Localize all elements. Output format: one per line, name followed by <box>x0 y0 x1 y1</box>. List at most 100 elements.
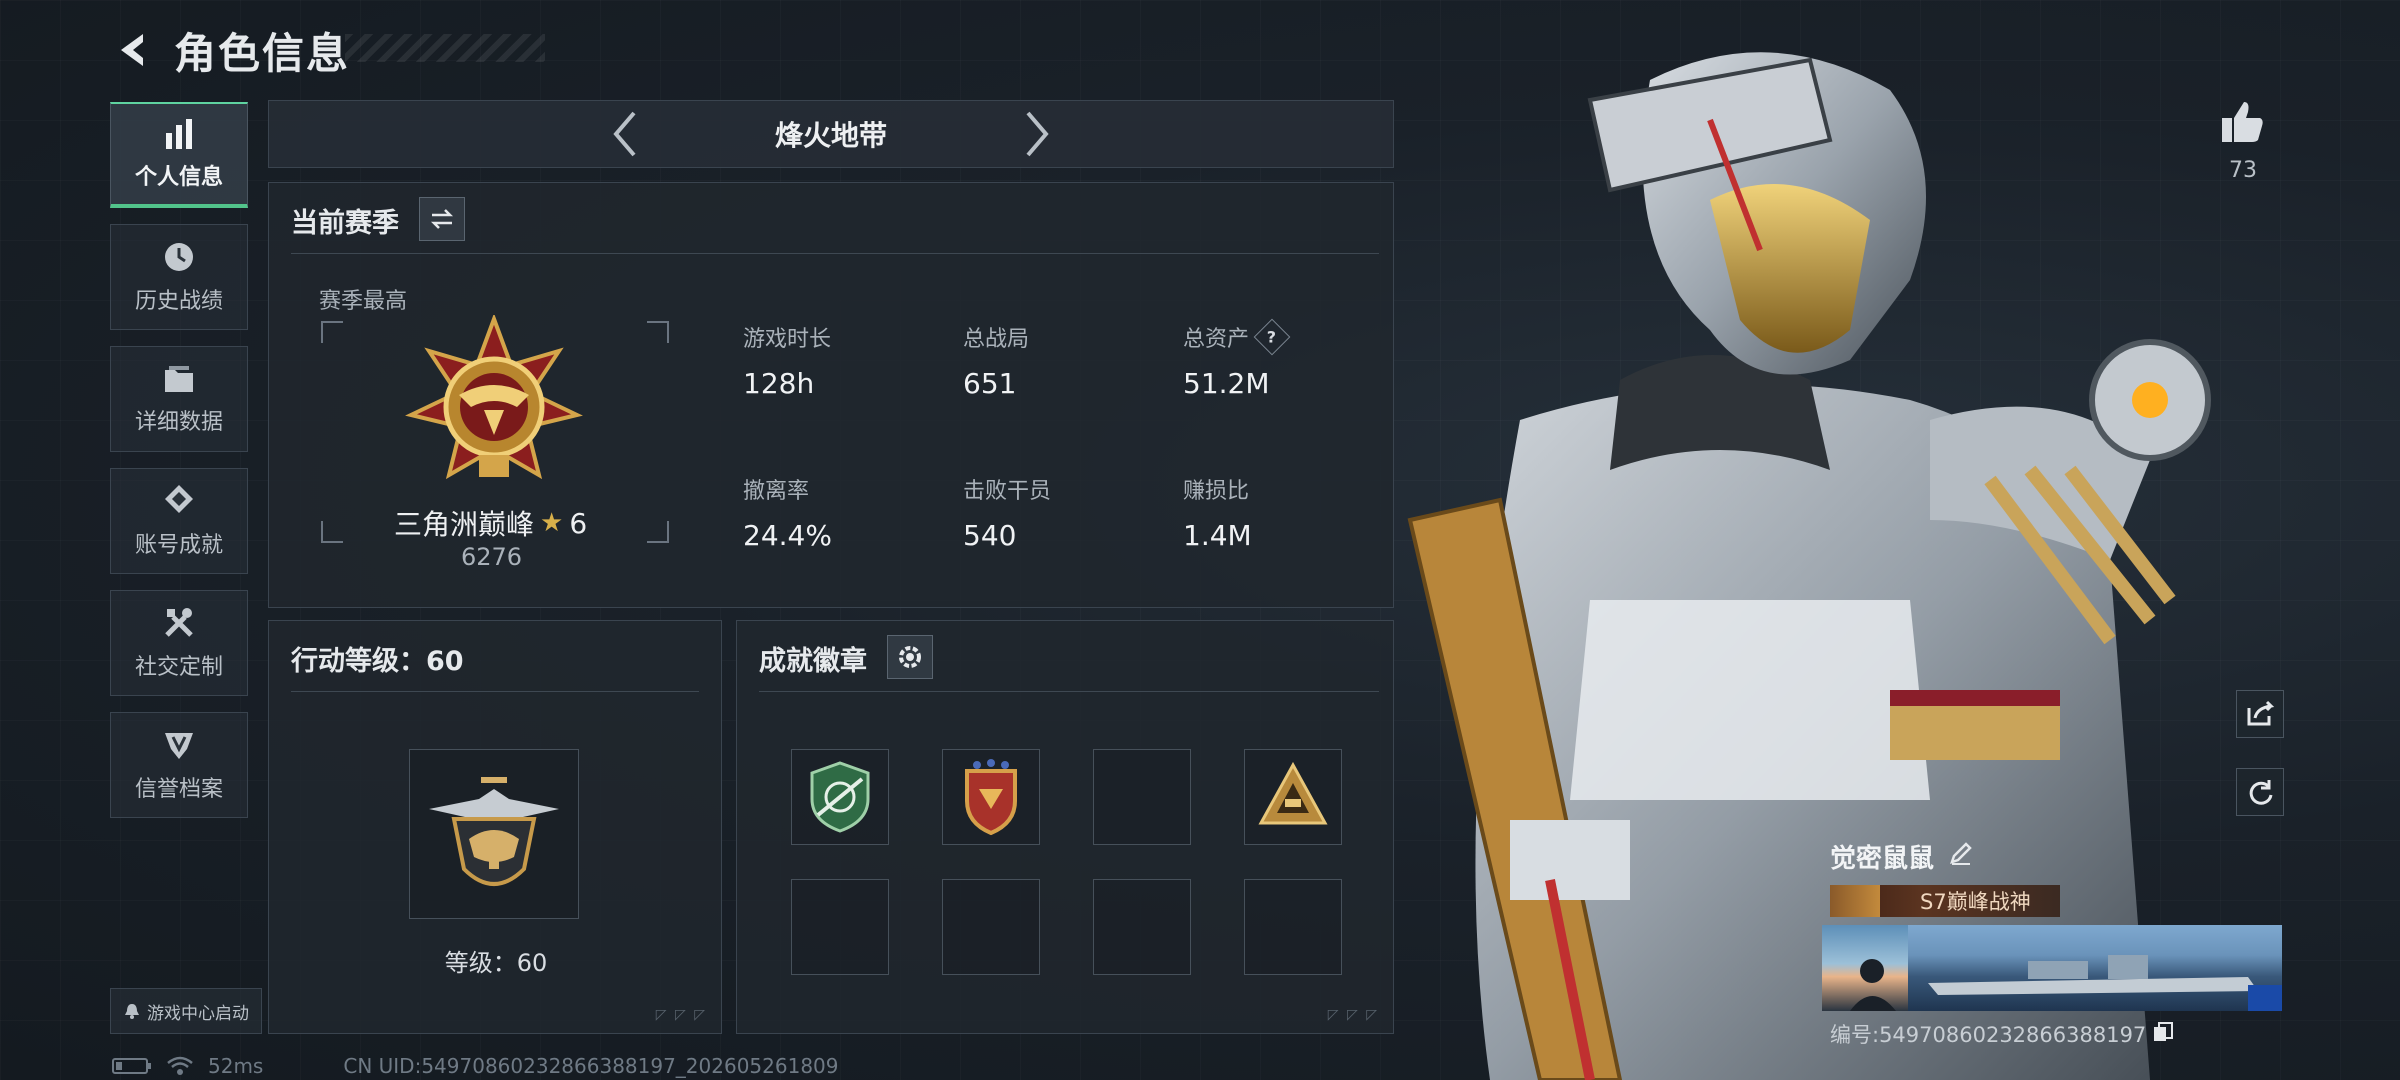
sidebar-item-label: 详细数据 <box>134 410 223 435</box>
avatar-silhouette-icon <box>1850 959 1896 1011</box>
edit-name-button[interactable] <box>1948 840 1974 873</box>
stat-value: 540 <box>963 519 1017 552</box>
rank-name-text: 三角洲巅峰 <box>394 508 535 541</box>
share-icon <box>2247 700 2275 726</box>
share-button[interactable] <box>2236 690 2284 738</box>
sidebar-item-detailed-data[interactable]: 详细数据 <box>110 346 248 452</box>
player-id: 编号:5497086023286638819​7 <box>1830 1023 2147 1047</box>
title-decoration <box>345 34 545 62</box>
pencil-icon <box>1950 842 1972 865</box>
uid-text: CN UID:5497086023286638819​7_20260526180… <box>343 1054 839 1078</box>
sidebar-item-label: 社交定制 <box>134 655 223 680</box>
title-emblem-icon <box>1830 885 1880 917</box>
ship-scene-icon <box>1928 955 2282 1011</box>
level-text: 等级：60 <box>444 949 548 977</box>
back-arrow-icon <box>121 34 143 66</box>
badge-settings-button[interactable] <box>887 635 933 679</box>
wifi-icon <box>167 1056 193 1075</box>
folder-icon <box>165 366 193 392</box>
chevron-right-icon <box>1026 111 1049 157</box>
copy-button[interactable] <box>2152 1021 2174 1048</box>
season-divider <box>291 253 1379 254</box>
player-id-row: 编号:5497086023286638819​7 <box>1822 1019 2282 1049</box>
level-divider <box>291 691 699 692</box>
level-badge[interactable] <box>409 749 579 919</box>
bar-chart-icon <box>166 119 192 149</box>
player-title: S7巅峰战神 <box>1920 890 2031 914</box>
avatar <box>1822 925 1908 1011</box>
helicopter-badge-icon <box>429 777 559 886</box>
season-best-label: 赛季最高 <box>319 289 408 314</box>
mode-name: 烽火地带 <box>774 119 887 152</box>
stat-total-matches: 总战局 651 <box>963 321 1163 400</box>
switch-season-button[interactable] <box>419 197 465 241</box>
page-title: 角色信息 <box>174 28 351 78</box>
stat-label: 总资产 <box>1183 327 1250 352</box>
rank-stars: 6 <box>569 506 588 540</box>
page-header: 角色信息 <box>110 22 350 78</box>
player-name-row: 觉密鼠鼠 <box>1822 838 2282 875</box>
sidebar-item-achievements[interactable]: 账号成就 <box>110 468 248 574</box>
refresh-icon <box>2249 780 2273 805</box>
bell-icon <box>125 1004 139 1019</box>
stat-operators-defeated: 击败干员 540 <box>963 473 1163 552</box>
stat-value: 128h <box>743 367 815 400</box>
sidebar-item-label: 历史战绩 <box>134 289 223 314</box>
season-title: 当前赛季 <box>291 208 399 239</box>
back-button[interactable] <box>110 27 156 73</box>
sidebar: 个人信息 历史战绩 详细数据 账号成就 社交定制 信誉档案 <box>110 102 250 834</box>
like-count: 73 <box>2229 158 2257 183</box>
sidebar-item-label: 信誉档案 <box>134 777 223 802</box>
sidebar-item-personal-info[interactable]: 个人信息 <box>110 102 248 208</box>
badge-slot-7[interactable] <box>1093 879 1191 975</box>
player-name: 觉密鼠鼠 <box>1830 844 1935 874</box>
next-mode-button[interactable] <box>1007 104 1067 164</box>
rank-emblem-icon <box>405 315 583 480</box>
achievement-icon <box>165 485 193 513</box>
history-icon <box>165 243 193 271</box>
stat-value: 651 <box>963 367 1017 400</box>
badge-slot-1[interactable] <box>791 749 889 845</box>
badge-slot-5[interactable] <box>791 879 889 975</box>
stat-value: 24.4% <box>743 519 832 552</box>
player-banner[interactable] <box>1822 925 2282 1011</box>
game-center-launch-button[interactable]: 游戏中心启动 <box>110 988 262 1034</box>
banner-scene <box>1908 925 2282 1011</box>
shield-badge-icon <box>965 759 1017 836</box>
player-card: 觉密鼠鼠 S7巅峰战神 编号:5497086023286638819​7 <box>1822 838 2282 1049</box>
stat-label: 总战局 <box>963 327 1030 352</box>
stat-label: 撤离率 <box>743 479 810 504</box>
stat-label: 游戏时长 <box>743 327 832 352</box>
help-icon-glyph: ? <box>1267 327 1277 347</box>
badge-slot-3[interactable] <box>1093 749 1191 845</box>
stat-play-time: 游戏时长 128h <box>743 321 943 400</box>
help-icon[interactable]: ? <box>1253 318 1291 356</box>
action-level-panel: 行动等级：60 等级：60 ◸ ◸ ◸ <box>268 620 722 1034</box>
badge-slot-2[interactable] <box>942 749 1040 845</box>
sidebar-item-label: 账号成就 <box>134 533 223 558</box>
refresh-button[interactable] <box>2236 768 2284 816</box>
ping-value: 52ms <box>208 1054 264 1078</box>
like-button[interactable] <box>2212 92 2272 152</box>
mode-selector: 烽火地带 <box>268 100 1394 168</box>
battery-icon <box>112 1058 151 1074</box>
gear-icon <box>899 646 921 668</box>
sidebar-item-reputation[interactable]: 信誉档案 <box>110 712 248 818</box>
rank-name: 三角洲巅峰 ★ 6 <box>394 503 587 543</box>
chevron-left-icon <box>613 111 636 157</box>
tools-icon <box>165 608 193 637</box>
sidebar-item-label: 个人信息 <box>134 165 223 190</box>
sidebar-item-social-custom[interactable]: 社交定制 <box>110 590 248 696</box>
launch-label: 游戏中心启动 <box>147 1003 249 1024</box>
rank-score: 6276 <box>461 543 523 571</box>
star-icon: ★ <box>540 508 564 538</box>
swap-icon <box>430 209 454 229</box>
prev-mode-button[interactable] <box>595 104 655 164</box>
sidebar-item-history[interactable]: 历史战绩 <box>110 224 248 330</box>
status-bar: 52ms CN UID:5497086023286638819​7_202605… <box>112 1054 839 1078</box>
badge-slot-6[interactable] <box>942 879 1040 975</box>
player-title-plate: S7巅峰战神 <box>1830 885 2060 917</box>
thumbs-up-icon <box>2222 102 2263 142</box>
shield-icon <box>165 733 193 759</box>
badges-divider <box>759 691 1379 692</box>
